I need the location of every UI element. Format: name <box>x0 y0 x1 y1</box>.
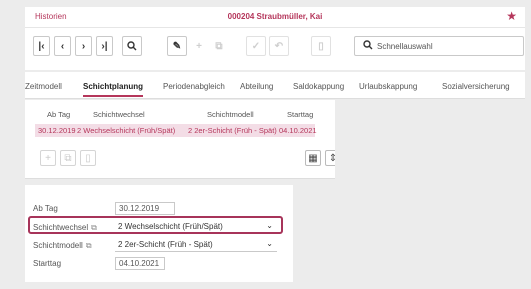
schichtmodell-select[interactable]: 2 2er-Schicht (Früh - Spät) ⌄ <box>115 239 277 252</box>
ab-tag-label: Ab Tag <box>33 204 58 213</box>
tab-schichtplanung[interactable]: Schichtplanung <box>83 82 143 97</box>
schichtwechsel-highlight <box>28 216 283 234</box>
tab-urlaubskappung[interactable]: Urlaubskappung <box>359 82 417 91</box>
plus-icon: + <box>45 152 51 164</box>
add-button[interactable]: + <box>191 36 207 56</box>
copy-icon: ⧉ <box>215 40 223 52</box>
delete-button[interactable]: ▯ <box>311 36 331 56</box>
last-record-button[interactable]: ›| <box>96 36 113 56</box>
table-cell: 04.10.2021 <box>279 126 317 135</box>
trash-icon: ▯ <box>85 152 91 164</box>
quick-search-placeholder: Schnellauswahl <box>377 42 433 51</box>
search-button[interactable] <box>122 36 142 56</box>
undo-icon: ↶ <box>274 40 284 52</box>
empty-right-area <box>335 100 525 280</box>
quick-search-field[interactable]: Schnellauswahl <box>354 36 524 56</box>
copy-button[interactable]: ⧉ <box>211 36 227 56</box>
column-header[interactable]: Schichtwechsel <box>93 110 145 119</box>
table-cell: 2 2er-Schicht (Früh - Spät) <box>188 126 277 135</box>
schichtmodell-label: Schichtmodell ⧉ <box>33 241 92 251</box>
table-settings-icon: ▦ <box>308 152 318 164</box>
column-header[interactable]: Ab Tag <box>47 110 70 119</box>
chevron-down-icon: ⌄ <box>266 239 273 248</box>
search-icon <box>127 41 137 51</box>
column-header[interactable]: Starttag <box>287 110 313 119</box>
first-record-button[interactable]: |‹ <box>33 36 50 56</box>
ab-tag-field[interactable]: 30.12.2019 <box>115 202 175 215</box>
edit-button[interactable]: ✎ <box>167 36 187 56</box>
toolbar: |‹ ‹ › ›| ✎ + ⧉ ✓ ↶ ▯ Schnellauswahl <box>25 28 525 70</box>
table-cell: 30.12.2019 <box>38 126 76 135</box>
tab-zeitmodell[interactable]: Zeitmodell <box>25 82 62 91</box>
pencil-icon: ✎ <box>172 40 182 52</box>
prev-record-button[interactable]: ‹ <box>54 36 71 56</box>
column-chooser-button[interactable]: ▦ <box>305 150 321 166</box>
plus-icon: + <box>196 40 202 52</box>
search-icon <box>363 40 373 50</box>
add-row-button[interactable]: + <box>40 150 56 166</box>
schichtplanung-grid-panel: Ab Tag Schichtwechsel Schichtmodell Star… <box>25 100 341 179</box>
employee-title: 000204 Straubmüller, Kai <box>227 12 323 21</box>
confirm-button[interactable]: ✓ <box>246 36 266 56</box>
copy-icon: ⧉ <box>64 152 72 164</box>
title-bar: Historien 000204 Straubmüller, Kai ★ <box>25 7 525 28</box>
tab-bar: Zeitmodell Schichtplanung Periodenabglei… <box>25 72 525 99</box>
undo-button[interactable]: ↶ <box>269 36 289 56</box>
tab-abteilung[interactable]: Abteilung <box>240 82 273 91</box>
copy-row-button[interactable]: ⧉ <box>60 150 76 166</box>
tab-sozialversicherung[interactable]: Sozialversicherung <box>442 82 510 91</box>
tab-periodenabgleich[interactable]: Periodenabgleich <box>163 82 225 91</box>
starttag-field[interactable]: 04.10.2021 <box>115 257 165 270</box>
external-link-icon[interactable]: ⧉ <box>86 241 92 251</box>
check-icon: ✓ <box>251 40 261 52</box>
column-header[interactable]: Schichtmodell <box>207 110 254 119</box>
delete-row-button[interactable]: ▯ <box>80 150 96 166</box>
starttag-label: Starttag <box>33 259 62 268</box>
trash-icon: ▯ <box>318 40 324 52</box>
tab-saldokappung[interactable]: Saldokappung <box>293 82 344 91</box>
star-icon[interactable]: ★ <box>506 9 517 23</box>
table-cell: 2 Wechselschicht (Früh/Spät) <box>77 126 176 135</box>
next-record-button[interactable]: › <box>75 36 92 56</box>
